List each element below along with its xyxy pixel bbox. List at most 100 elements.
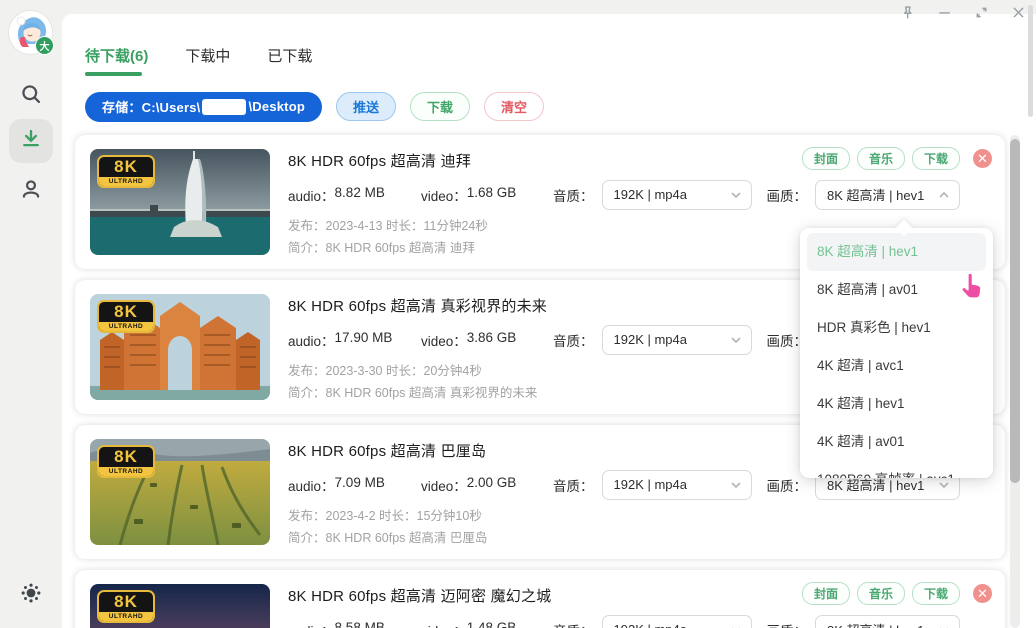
close-icon[interactable]	[1010, 4, 1026, 20]
audio-size: 17.90 MB	[334, 329, 393, 345]
cover-badge-button[interactable]: 封面	[801, 581, 850, 605]
download-icon	[20, 128, 42, 155]
storage-path-suffix: \Desktop	[248, 99, 305, 114]
chevron-down-icon	[731, 482, 740, 488]
8k-ultrahd-badge: 8K ULTRAHD	[97, 154, 155, 188]
tab-pending-downloads[interactable]: 待下载(6)	[85, 45, 148, 76]
toolbar: 存储：C:\Users\ \Desktop 推送 下载 清空	[85, 91, 1036, 122]
cover-badge-button[interactable]: 封面	[801, 146, 850, 170]
card-meta: 发布：2023-4-2 时长：15分钟10秒 简介：8K HDR 60fps 超…	[288, 505, 487, 549]
maximize-icon[interactable]	[973, 4, 989, 20]
dropdown-option[interactable]: 4K 超清 | av01	[800, 423, 993, 461]
remove-card-button[interactable]: ✕	[973, 148, 992, 168]
audio-quality-label: 音质：	[553, 620, 594, 628]
music-badge-button[interactable]: 音乐	[856, 146, 905, 170]
download-all-button[interactable]: 下载	[410, 92, 471, 121]
window-controls	[899, 4, 1026, 20]
audio-quality-select[interactable]: 192K | mp4a	[601, 614, 752, 628]
card-info-row: audio：8.58 MB video：1.48 GB 音质： 192K | m…	[288, 614, 960, 628]
minimize-icon[interactable]	[936, 4, 952, 20]
tab-bar: 待下载(6) 下载中 已下载	[62, 14, 1036, 76]
dropdown-scrollbar-thumb[interactable]	[1028, 5, 1033, 117]
music-badge-button[interactable]: 音乐	[856, 581, 905, 605]
sidebar-item-search[interactable]	[9, 74, 53, 118]
pin-icon[interactable]	[899, 4, 915, 20]
dropdown-option[interactable]: 4K 超清 | hev1	[800, 385, 993, 423]
chevron-down-icon	[939, 482, 949, 488]
clear-button[interactable]: 清空	[484, 92, 545, 121]
audio-quality-select[interactable]: 192K | mp4a	[601, 469, 752, 500]
dropdown-option[interactable]: HDR 真彩色 | hev1	[800, 309, 993, 347]
tab-downloaded[interactable]: 已下载	[267, 45, 312, 76]
description: 简介：8K HDR 60fps 超高清 巴厘岛	[288, 530, 488, 545]
video-size: 2.00 GB	[466, 474, 517, 490]
remove-card-button[interactable]: ✕	[973, 583, 992, 603]
user-avatar[interactable]: 大	[9, 11, 54, 55]
dropdown-option-selected[interactable]: 8K 超高清 | hev1	[807, 233, 986, 271]
video-card: 8K ULTRAHD 8K HDR 60fps 超高清 迈阿密 魔幻之城 封面 …	[75, 569, 1005, 628]
gear-icon	[20, 582, 42, 609]
download-badge-button[interactable]: 下载	[911, 146, 960, 170]
audio-quality-label: 音质：	[553, 188, 594, 204]
audio-quality-label: 音质：	[553, 478, 594, 494]
8k-ultrahd-badge: 8K ULTRAHD	[97, 589, 155, 623]
audio-label: audio：	[288, 188, 335, 204]
video-thumbnail-atlantis: 8K ULTRAHD	[90, 293, 270, 400]
tab-label: 下载中	[185, 48, 231, 65]
push-button[interactable]: 推送	[336, 92, 397, 121]
scrollbar-thumb[interactable]	[1010, 139, 1020, 483]
sidebar-item-settings[interactable]	[9, 573, 53, 617]
storage-path-button[interactable]: 存储：C:\Users\ \Desktop	[85, 91, 322, 122]
video-title: 8K HDR 60fps 超高清 迪拜	[288, 152, 472, 170]
sidebar-item-download[interactable]	[9, 119, 53, 163]
card-meta: 发布：2023-4-13 时长：11分钟24秒 简介：8K HDR 60fps …	[288, 215, 488, 259]
tab-label: 已下载	[267, 48, 313, 65]
8k-ultrahd-badge: 8K ULTRAHD	[97, 444, 155, 478]
sidebar-item-user[interactable]	[9, 169, 53, 213]
video-thumbnail-dubai: 8K ULTRAHD	[90, 148, 270, 255]
audio-size: 8.58 MB	[334, 619, 385, 628]
download-badge-button[interactable]: 下载	[911, 581, 960, 605]
quality-dropdown: 8K 超高清 | hev1 8K 超高清 | av01 HDR 真彩色 | he…	[800, 228, 993, 478]
audio-size: 7.09 MB	[334, 474, 385, 490]
card-info-row: audio： 8.82 MB video： 1.68 GB 音质： 192K | m…	[288, 179, 960, 210]
card-meta: 发布：2023-3-30 时长：20分钟4秒 简介：8K HDR 60fps 超…	[288, 360, 537, 404]
audio-label: audio：	[288, 620, 335, 628]
video-label: video：	[421, 620, 467, 628]
mouse-cursor-pointer	[960, 271, 988, 306]
video-size: 3.86 GB	[466, 329, 517, 345]
publish-info: 发布：2023-4-2 时长：15分钟10秒	[288, 508, 482, 523]
dropdown-option[interactable]: 1080P60 高帧率 | avc1	[800, 461, 993, 478]
video-size: 1.68 GB	[466, 184, 517, 200]
audio-quality-select[interactable]: 192K | mp4a	[601, 324, 752, 355]
dropdown-option[interactable]: 4K 超清 | avc1	[800, 347, 993, 385]
video-label: video：	[421, 478, 467, 494]
active-tab-underline	[85, 72, 142, 76]
video-title: 8K HDR 60fps 超高清 巴厘岛	[288, 442, 487, 460]
chevron-down-icon	[731, 192, 740, 198]
redacted-username	[202, 98, 247, 115]
tab-downloading[interactable]: 下载中	[185, 45, 230, 76]
chevron-down-icon	[731, 337, 740, 343]
sidebar: 大	[0, 0, 62, 628]
video-quality-select-open[interactable]: 8K 超高清 | hev1	[815, 179, 960, 210]
publish-info: 发布：2023-4-13 时长：11分钟24秒	[288, 218, 488, 233]
tab-label: 待下载(6)	[85, 48, 149, 65]
user-icon	[20, 178, 42, 205]
video-size: 1.48 GB	[466, 619, 517, 628]
audio-quality-label: 音质：	[553, 333, 594, 349]
audio-label: audio：	[288, 478, 335, 494]
video-quality-select[interactable]: 8K 超高清 | hev1	[815, 614, 960, 628]
video-quality-label: 画质：	[766, 188, 808, 204]
video-label: video：	[421, 333, 467, 349]
audio-label: audio：	[288, 333, 335, 349]
8k-ultrahd-badge: 8K ULTRAHD	[97, 299, 155, 333]
description: 简介：8K HDR 60fps 超高清 真彩视界的未来	[288, 385, 538, 400]
chevron-down-icon	[731, 627, 740, 628]
audio-quality-select[interactable]: 192K | mp4a	[601, 179, 752, 210]
video-thumbnail-miami: 8K ULTRAHD	[90, 583, 270, 628]
video-label: video：	[421, 188, 467, 204]
video-title: 8K HDR 60fps 超高清 真彩视界的未来	[288, 297, 548, 315]
video-quality-label: 画质：	[766, 478, 808, 494]
video-quality-label: 画质：	[767, 620, 808, 628]
